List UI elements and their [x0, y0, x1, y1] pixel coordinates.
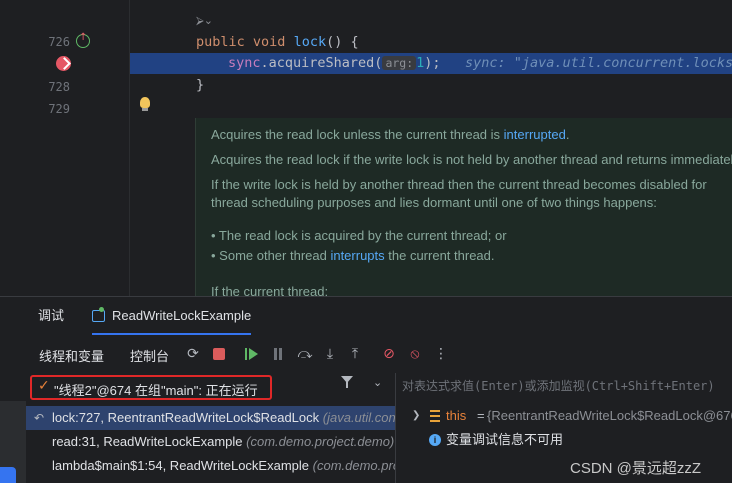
current-frame-icon: ↶ — [34, 411, 45, 425]
line-number-728: 728 — [48, 80, 70, 94]
line-number-726: 726 — [48, 35, 70, 49]
code-line-726[interactable]: public void lock() { — [196, 34, 359, 50]
variable-name: this — [446, 408, 467, 423]
evaluate-expression-input[interactable]: 对表达式求值(Enter)或添加监视(Ctrl+Shift+Enter) — [402, 377, 732, 397]
chevron-down-icon[interactable]: ⌄ — [373, 376, 382, 389]
resume-icon[interactable] — [242, 345, 260, 363]
interrupted-link[interactable]: interrupted — [504, 127, 566, 142]
frame-item[interactable]: read:31, ReadWriteLockExample (com.demo.… — [26, 430, 395, 454]
debugger-toolbar: 线程和变量 控制台 ⟳ ⤼ ⤓ ⤒ ⊘ ⦸ ⋮ — [0, 342, 732, 368]
more-icon[interactable]: ⋮ — [432, 345, 450, 363]
thread-label: "线程2"@674 在组"main": 正在运行 — [54, 383, 258, 398]
info-message: i 变量调试信息不可用 — [396, 429, 732, 451]
notification-badge-icon[interactable] — [0, 467, 16, 483]
code-line-727[interactable]: sync.acquireShared(arg: 1); sync: "java.u… — [228, 55, 732, 71]
variable-equals: = — [477, 408, 485, 423]
breakpoint-icon[interactable] — [56, 56, 71, 71]
variable-value: {ReentrantReadWriteLock$ReadLock@676} "j… — [487, 408, 732, 423]
tab-console[interactable]: 控制台 — [130, 346, 169, 365]
info-icon: i — [429, 434, 441, 446]
lightbulb-icon[interactable] — [140, 97, 150, 111]
code-line-728[interactable]: } — [196, 77, 204, 93]
stop-icon[interactable] — [210, 345, 228, 363]
step-over-icon[interactable]: ⤼ — [296, 345, 314, 363]
doc-paragraph: If the current thread: — [211, 284, 329, 296]
watermark: CSDN @景远超zzZ — [570, 460, 702, 477]
line-number-729: 729 — [48, 102, 70, 116]
gutter-separator — [129, 0, 130, 296]
tab-threads-variables[interactable]: 线程和变量 — [39, 346, 104, 365]
suspended-check-icon: ✓ — [38, 378, 50, 394]
step-out-icon[interactable]: ⤒ — [346, 345, 364, 363]
doc-summary: Acquires the read lock unless the curren… — [211, 127, 570, 142]
overrides-method-icon[interactable] — [76, 32, 90, 48]
code-editor[interactable]: ⮚⌄ 726 728 729 public void lock() { sync… — [0, 0, 732, 296]
tab-debug[interactable]: 调试 — [38, 297, 64, 335]
mute-breakpoints-icon[interactable]: ⦸ — [406, 345, 424, 363]
doc-bullet: • The read lock is acquired by the curre… — [211, 228, 507, 243]
rerun-icon[interactable]: ⟳ — [184, 345, 202, 363]
thread-selector-row: ✓ "线程2"@674 在组"main": 正在运行 ⌄ — [0, 373, 395, 401]
inline-value-hint: sync: "java.util.concurrent.locks.Reentr… — [464, 55, 732, 71]
thread-selector[interactable]: ✓ "线程2"@674 在组"main": 正在运行 — [30, 375, 272, 400]
fold-marker-icon[interactable]: ⮚⌄ — [196, 14, 213, 28]
tab-debug-session[interactable]: ReadWriteLockExample — [92, 297, 252, 335]
frames-list[interactable]: ↶ lock:727, ReentrantReadWriteLock$ReadLo… — [26, 406, 395, 483]
debug-tool-window: 调试 ReadWriteLockExample 线程和变量 控制台 ⟳ ⤼ ⤓ … — [0, 296, 732, 483]
interrupts-link[interactable]: interrupts — [330, 248, 384, 263]
doc-paragraph: thread scheduling purposes and lies dorm… — [211, 195, 657, 210]
doc-paragraph: If the write lock is held by another thr… — [211, 177, 707, 192]
doc-paragraph: Acquires the read lock if the write lock… — [211, 152, 732, 167]
frame-item[interactable]: lambda$main$1:54, ReadWriteLockExample (… — [26, 454, 395, 478]
frame-item[interactable]: ↶ lock:727, ReentrantReadWriteLock$ReadLo… — [26, 406, 395, 430]
variable-row[interactable]: ❯ this = {ReentrantReadWriteLock$ReadLoc… — [396, 405, 732, 427]
info-text: 变量调试信息不可用 — [446, 432, 564, 447]
step-into-icon[interactable]: ⤓ — [321, 345, 339, 363]
pause-icon[interactable] — [269, 345, 287, 363]
view-breakpoints-icon[interactable]: ⊘ — [380, 345, 398, 363]
param-hint: arg: — [382, 56, 417, 70]
rendered-javadoc: Acquires the read lock unless the curren… — [195, 118, 732, 296]
filter-icon[interactable] — [341, 376, 353, 389]
field-icon — [430, 410, 440, 422]
tool-window-tabs: 调试 ReadWriteLockExample — [0, 297, 732, 335]
expand-arrow-icon[interactable]: ❯ — [412, 405, 420, 427]
debug-session-icon — [92, 307, 105, 322]
panel-separator[interactable] — [395, 373, 396, 483]
doc-bullet: • Some other thread interrupts the curre… — [211, 248, 495, 263]
